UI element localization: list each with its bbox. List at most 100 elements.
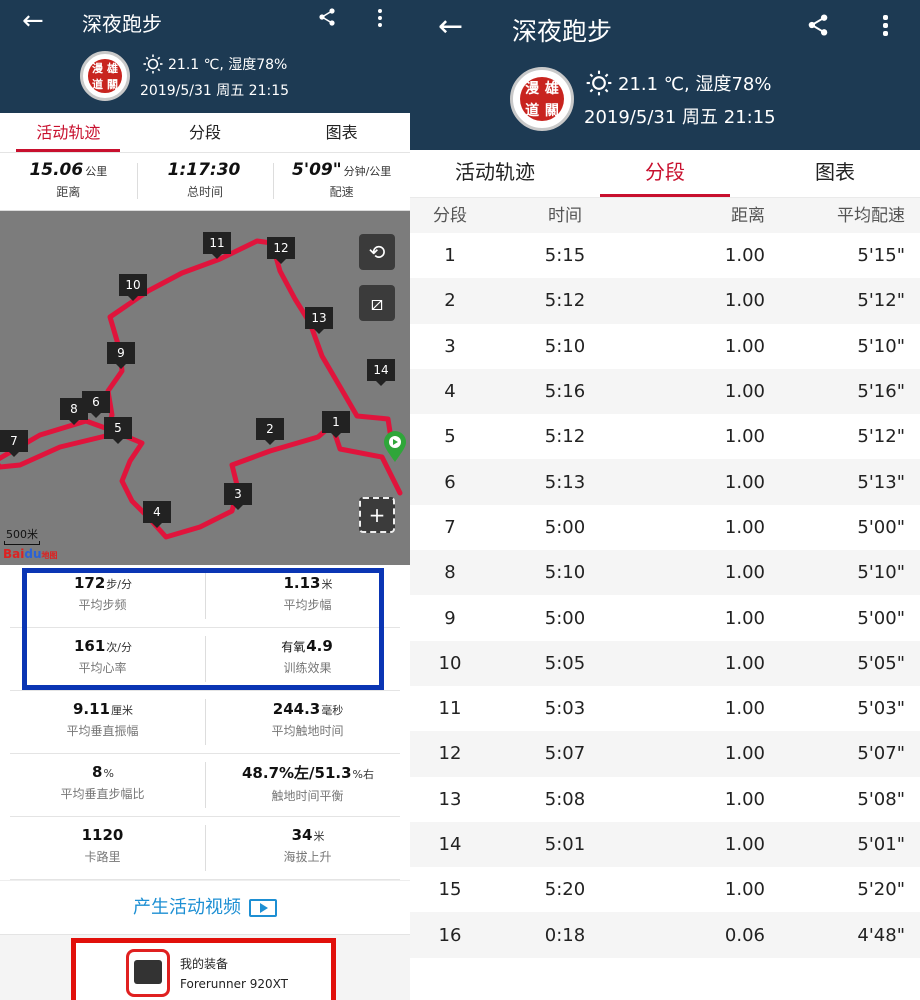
- stat-label: 平均垂直步幅比: [60, 787, 145, 801]
- summary-pace: 5'09" 分钟/公里 配速: [273, 153, 410, 210]
- activity-summary: 15.06 公里 距离 1:17:30 总时间 5'09" 分钟/公里 配速: [0, 153, 410, 211]
- km-marker-5: 5: [104, 417, 132, 444]
- stat-avg-heart-rate: 161次/分 平均心率: [0, 628, 205, 691]
- cell-time: 5:20: [544, 879, 586, 901]
- table-row[interactable]: 14 5:01 1.00 5'01": [410, 821, 920, 868]
- km-marker-13: 13: [305, 307, 333, 334]
- cell-split: 9: [444, 607, 456, 629]
- table-row[interactable]: 8 5:10 1.00 5'10": [410, 550, 920, 596]
- cell-distance: 1.00: [724, 516, 765, 538]
- stat-value: 4.9: [306, 637, 333, 655]
- table-row[interactable]: 2 5:12 1.00 5'12": [410, 278, 920, 324]
- activity-datetime: 2019/5/31 周五 21:15: [140, 83, 290, 99]
- summary-unit: 公里: [85, 165, 108, 178]
- back-arrow-icon[interactable]: ←: [438, 12, 463, 42]
- more-vert-icon[interactable]: [378, 9, 382, 27]
- km-marker-12: 12: [267, 237, 295, 264]
- gear-card[interactable]: 我的装备 Forerunner 920XT: [71, 938, 336, 1000]
- loop-button[interactable]: ⟲: [359, 234, 395, 270]
- summary-value: 5'09": [292, 160, 342, 180]
- stat-label: 训练效果: [283, 661, 332, 675]
- tab-charts[interactable]: 图表: [750, 150, 920, 197]
- seal-char: 道: [91, 78, 103, 92]
- stat-unit: 毫秒: [321, 704, 344, 717]
- avatar-seal: 漫 雄 道 關: [519, 76, 565, 122]
- stat-row: 161次/分 平均心率 有氧4.9 训练效果: [0, 628, 410, 691]
- stat-unit: 厘米: [111, 704, 133, 717]
- stat-vertical-oscillation: 9.11厘米 平均垂直振幅: [0, 691, 205, 754]
- avatar[interactable]: 漫 雄 道 關: [510, 67, 574, 131]
- cell-time: 5:08: [544, 788, 586, 810]
- table-row[interactable]: 10 5:05 1.00 5'05": [410, 640, 920, 686]
- route-map[interactable]: 1 2 3 4 5 6 7 8 9 10 11 12 13 14 ⟲ ⧄ + 5…: [0, 211, 410, 565]
- stat-value: 172: [73, 574, 106, 592]
- cell-time: 5:10: [544, 335, 586, 357]
- stat-row: 9.11厘米 平均垂直振幅 244.3毫秒 平均触地时间: [0, 691, 410, 754]
- tab-splits[interactable]: 分段: [580, 150, 750, 197]
- seal-char: 雄: [544, 80, 559, 97]
- summary-label: 距离: [56, 185, 81, 199]
- table-row[interactable]: 7 5:00 1.00 5'00": [410, 505, 920, 550]
- table-row[interactable]: 5 5:12 1.00 5'12": [410, 414, 920, 459]
- map-toggle-button[interactable]: ⧄: [359, 285, 395, 321]
- splits-table-body: 1 5:15 1.00 5'15" 2 5:12 1.00 5'12" 3 5:10 1.00 5…: [410, 233, 920, 958]
- stat-unit: 步/分: [106, 578, 133, 591]
- back-arrow-icon[interactable]: ←: [22, 8, 44, 34]
- table-row[interactable]: 1 5:15 1.00 5'15": [410, 233, 920, 278]
- table-row[interactable]: 15 5:20 1.00 5'20": [410, 867, 920, 912]
- seal-char: 關: [107, 78, 118, 92]
- avatar[interactable]: 漫 雄 道 關: [80, 51, 130, 101]
- tab-activity-track[interactable]: 活动轨迹: [410, 150, 580, 197]
- stat-value: 244.3: [272, 700, 321, 718]
- table-row[interactable]: 13 5:08 1.00 5'08": [410, 777, 920, 822]
- activity-title: 深夜跑步: [512, 17, 613, 46]
- table-row[interactable]: 12 5:07 1.00 5'07": [410, 731, 920, 777]
- cell-distance: 1.00: [724, 698, 765, 720]
- col-header-split: 分段: [433, 206, 467, 226]
- stat-row: 172步/分 平均步频 1.13米 平均步幅: [0, 565, 410, 628]
- summary-value: 1:17:30: [167, 160, 241, 180]
- seal-char: 雄: [107, 61, 118, 75]
- cell-split: 12: [438, 743, 462, 765]
- cell-pace: 5'20": [857, 879, 905, 901]
- more-vert-icon[interactable]: [883, 15, 888, 36]
- stat-label: 平均心率: [78, 661, 127, 675]
- create-activity-video-link[interactable]: 产生活动视频: [0, 880, 410, 934]
- share-icon[interactable]: [318, 8, 336, 26]
- table-row[interactable]: 9 5:00 1.00 5'00": [410, 595, 920, 640]
- cell-split: 6: [444, 471, 456, 493]
- stat-elevation-gain: 34米 海拔上升: [205, 817, 410, 880]
- share-icon[interactable]: [807, 14, 829, 36]
- table-row[interactable]: 16 0:18 0.06 4'48": [410, 912, 920, 958]
- cell-time: 0:18: [544, 924, 586, 946]
- cell-pace: 5'07": [857, 743, 905, 765]
- cell-distance: 1.00: [724, 834, 765, 855]
- table-row[interactable]: 11 5:03 1.00 5'03": [410, 686, 920, 731]
- table-row[interactable]: 3 5:10 1.00 5'10": [410, 324, 920, 369]
- splits-screen: ← 深夜跑步 漫 雄 道 關 21.1 ℃, 湿度78% 2019/5/31 周…: [410, 0, 920, 1000]
- cell-distance: 1.00: [724, 290, 765, 312]
- stat-value: 1.13: [283, 574, 321, 592]
- col-header-time: 时间: [548, 206, 582, 226]
- tab-activity-track[interactable]: 活动轨迹: [0, 113, 137, 152]
- cell-split: 13: [438, 788, 462, 810]
- cell-time: 5:03: [544, 698, 586, 720]
- screenshot-root: ← 深夜跑步 漫 雄 道 關 21.1 ℃, 湿度78% 2019/5/31 周…: [0, 0, 920, 1000]
- stat-value: 48.7%左/51.3: [242, 764, 352, 782]
- stat-label: 触地时间平衡: [271, 789, 344, 803]
- stat-avg-stride: 1.13米 平均步幅: [205, 565, 410, 628]
- baidu-logo-text: Bai: [3, 547, 25, 561]
- cell-split: 11: [438, 698, 462, 720]
- map-scale-label: 500米: [6, 528, 38, 541]
- tab-splits[interactable]: 分段: [137, 113, 274, 152]
- sun-icon: [586, 70, 612, 96]
- cell-pace: 4'48": [857, 924, 905, 946]
- cell-distance: 1.00: [724, 652, 765, 674]
- zoom-in-button[interactable]: +: [359, 497, 395, 533]
- gear-title: 我的装备: [180, 957, 229, 971]
- stat-unit: 米: [321, 578, 333, 591]
- seal-char: 漫: [525, 80, 540, 97]
- table-row[interactable]: 6 5:13 1.00 5'13": [410, 459, 920, 505]
- table-row[interactable]: 4 5:16 1.00 5'16": [410, 368, 920, 415]
- tab-charts[interactable]: 图表: [273, 113, 410, 152]
